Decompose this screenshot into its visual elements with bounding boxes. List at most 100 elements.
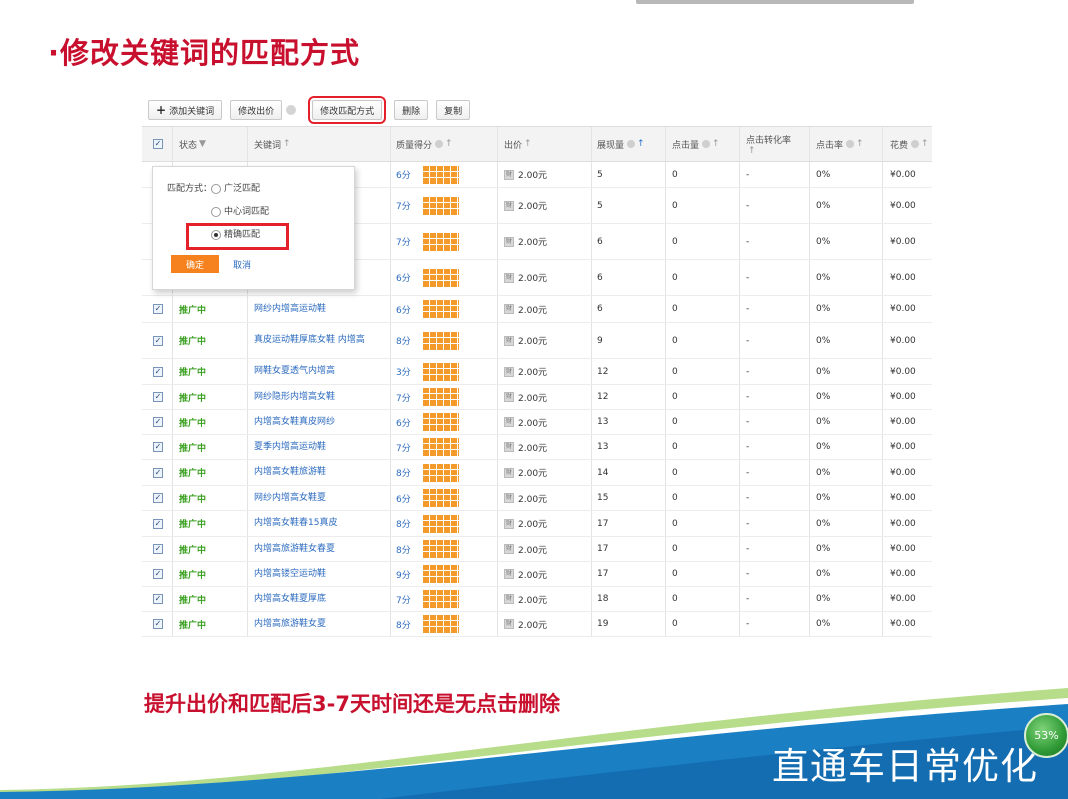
row-checkbox[interactable]: ✓ [153, 486, 163, 510]
ctr-value: 0% [816, 272, 831, 283]
row-checkbox[interactable]: ✓ [153, 537, 163, 561]
bid-edit-icon: 财 [504, 335, 514, 346]
bid-cell[interactable]: 财 2.00元 [504, 410, 547, 434]
quality-bars [423, 612, 459, 636]
modify-bid-button[interactable]: 修改出价 [230, 100, 283, 120]
ctr-value: 0% [816, 366, 831, 377]
header-impressions[interactable]: 展现量 ↑ [597, 127, 645, 161]
table-row[interactable]: ✓ 推广中 内增高女鞋春15真皮 8分 财 2.00元 17 0 - 0% ¥0.00 [142, 511, 932, 537]
cost-value: ¥0.00 [890, 442, 916, 452]
table-row[interactable]: ✓ 推广中 内增高旅游鞋女夏 8分 财 2.00元 19 0 - 0% ¥0.00 [142, 612, 932, 637]
bid-edit-icon: 财 [504, 594, 514, 604]
impressions-value: 9 [597, 335, 603, 346]
header-cost[interactable]: 花费 ↑ [890, 127, 929, 161]
radio-broad-match[interactable]: 广泛匹配 [211, 181, 260, 194]
keyword-link[interactable]: 内增高旅游鞋女春夏 [254, 537, 384, 561]
bid-cell[interactable]: 财 2.00元 [504, 537, 547, 561]
bid-cell[interactable]: 财 2.00元 [504, 385, 547, 409]
row-checkbox[interactable]: ✓ [153, 435, 163, 459]
conversion-value: - [746, 304, 750, 314]
header-conversion[interactable]: 点击转化率 ↑ [746, 127, 791, 161]
conversion-value: - [746, 569, 750, 579]
header-keyword[interactable]: 关键词 ↑ [254, 127, 291, 161]
row-checkbox[interactable]: ✓ [153, 562, 163, 586]
row-checkbox[interactable]: ✓ [153, 410, 163, 434]
cost-value: ¥0.00 [890, 236, 916, 247]
confirm-button[interactable]: 确定 [171, 255, 219, 273]
row-checkbox[interactable]: ✓ [153, 612, 163, 636]
bid-cell[interactable]: 财 2.00元 [504, 260, 547, 295]
cost-value: ¥0.00 [890, 304, 916, 314]
keyword-link[interactable]: 内增高女鞋春15真皮 [254, 511, 384, 536]
copy-button[interactable]: 复制 [436, 100, 471, 120]
bid-cell[interactable]: 财 2.00元 [504, 188, 547, 223]
delete-button[interactable]: 删除 [394, 100, 429, 120]
modify-match-button[interactable]: 修改匹配方式 [308, 96, 387, 124]
conversion-value: - [746, 169, 750, 180]
keyword-link[interactable]: 内增高镂空运动鞋 [254, 562, 384, 586]
table-row[interactable]: ✓ 推广中 网纱隐形内增高女鞋 7分 财 2.00元 12 0 - 0% ¥0.00 [142, 385, 932, 410]
sort-icon: ↑ [637, 139, 645, 149]
bid-cell[interactable]: 财 2.00元 [504, 435, 547, 459]
table-row[interactable]: ✓ 推广中 内增高旅游鞋女春夏 8分 财 2.00元 17 0 - 0% ¥0.00 [142, 537, 932, 562]
table-row[interactable]: ✓ 推广中 网纱内增高女鞋夏 6分 财 2.00元 15 0 - 0% ¥0.00 [142, 486, 932, 511]
sort-icon: ↑ [856, 139, 864, 149]
row-checkbox[interactable]: ✓ [153, 323, 163, 358]
row-checkbox[interactable]: ✓ [153, 511, 163, 536]
bid-edit-icon: 财 [504, 544, 514, 554]
keyword-link[interactable]: 内增高旅游鞋女夏 [254, 612, 384, 636]
keyword-link[interactable]: 真皮运动鞋厚底女鞋 内增高 [254, 323, 384, 358]
bid-cell[interactable]: 财 2.00元 [504, 359, 547, 384]
select-all-checkbox[interactable]: ✓ [153, 127, 163, 161]
slide-title: ·修改关键词的匹配方式 [48, 36, 361, 70]
header-status[interactable]: 状态 ▼ [179, 127, 206, 161]
bid-value: 2.00元 [518, 443, 548, 454]
header-clicks[interactable]: 点击量 ↑ [672, 127, 720, 161]
bid-cell[interactable]: 财 2.00元 [504, 460, 547, 485]
header-quality[interactable]: 质量得分 ↑ [396, 127, 453, 161]
cancel-button[interactable]: 取消 [233, 258, 251, 271]
table-row[interactable]: ✓ 推广中 内增高女鞋真皮网纱 6分 财 2.00元 13 0 - 0% ¥0.00 [142, 410, 932, 435]
row-checkbox[interactable]: ✓ [153, 296, 163, 322]
bid-cell[interactable]: 财 2.00元 [504, 224, 547, 259]
plus-icon: + [156, 103, 167, 117]
table-row[interactable]: ✓ 推广中 内增高女鞋旅游鞋 8分 财 2.00元 14 0 - 0% ¥0.00 [142, 460, 932, 486]
help-icon[interactable] [286, 105, 297, 115]
keyword-link[interactable]: 网纱内增高运动鞋 [254, 296, 384, 322]
keyword-link[interactable]: 网鞋女夏透气内增高 [254, 359, 384, 384]
keyword-link[interactable]: 内增高女鞋夏厚底 [254, 587, 384, 611]
table-row[interactable]: ✓ 推广中 网鞋女夏透气内增高 3分 财 2.00元 12 0 - 0% ¥0.00 [142, 359, 932, 385]
table-row[interactable]: ✓ 推广中 夏季内增高运动鞋 7分 财 2.00元 13 0 - 0% ¥0.00 [142, 435, 932, 460]
bid-cell[interactable]: 财 2.00元 [504, 162, 547, 187]
keyword-link[interactable]: 内增高女鞋旅游鞋 [254, 460, 384, 485]
keyword-link[interactable]: 网纱隐形内增高女鞋 [254, 385, 384, 409]
radio-center-match[interactable]: 中心词匹配 [211, 204, 269, 217]
row-checkbox[interactable]: ✓ [153, 460, 163, 485]
bid-cell[interactable]: 财 2.00元 [504, 612, 547, 636]
table-row[interactable]: ✓ 推广中 内增高镂空运动鞋 9分 财 2.00元 17 0 - 0% ¥0.00 [142, 562, 932, 587]
bid-cell[interactable]: 财 2.00元 [504, 511, 547, 536]
table-row[interactable]: ✓ 推广中 网纱内增高运动鞋 6分 财 2.00元 6 0 - 0% ¥0.00 [142, 296, 932, 323]
bid-cell[interactable]: 财 2.00元 [504, 587, 547, 611]
header-bid[interactable]: 出价 ↑ [504, 127, 532, 161]
header-ctr[interactable]: 点击率 ↑ [816, 127, 864, 161]
progress-label: 53% [1034, 729, 1059, 742]
conversion-value: - [746, 335, 750, 346]
add-keyword-button[interactable]: + 添加关键词 [148, 100, 223, 120]
row-checkbox[interactable]: ✓ [153, 385, 163, 409]
clicks-value: 0 [672, 544, 678, 554]
row-checkbox[interactable]: ✓ [153, 587, 163, 611]
table-row[interactable]: ✓ 推广中 内增高女鞋夏厚底 7分 财 2.00元 18 0 - 0% ¥0.00 [142, 587, 932, 612]
keyword-link[interactable]: 夏季内增高运动鞋 [254, 435, 384, 459]
row-checkbox[interactable]: ✓ [153, 359, 163, 384]
bid-value: 2.00元 [518, 570, 548, 581]
bid-cell[interactable]: 财 2.00元 [504, 486, 547, 510]
keyword-link[interactable]: 内增高女鞋真皮网纱 [254, 410, 384, 434]
bid-cell[interactable]: 财 2.00元 [504, 296, 547, 322]
table-row[interactable]: ✓ 推广中 真皮运动鞋厚底女鞋 内增高 8分 财 2.00元 9 0 - 0% ¥0.00 [142, 323, 932, 359]
bid-cell[interactable]: 财 2.00元 [504, 562, 547, 586]
ctr-value: 0% [816, 392, 831, 402]
keyword-link[interactable]: 网纱内增高女鞋夏 [254, 486, 384, 510]
bid-cell[interactable]: 财 2.00元 [504, 323, 547, 358]
bid-edit-icon: 财 [504, 200, 514, 211]
